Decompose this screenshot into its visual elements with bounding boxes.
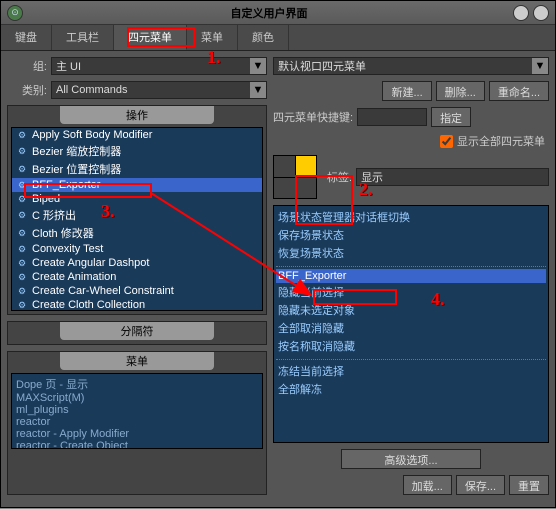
annotation-2: 2.	[359, 179, 373, 200]
annotation-1: 1.	[207, 47, 221, 68]
annotation-3: 3.	[101, 201, 115, 222]
customize-ui-window: 1. 3. 2. 4. ⊙ 自定义用户界面 键盘 工具栏 四元菜单 菜单 颜色 …	[0, 0, 556, 508]
annotation-4: 4.	[431, 289, 445, 310]
